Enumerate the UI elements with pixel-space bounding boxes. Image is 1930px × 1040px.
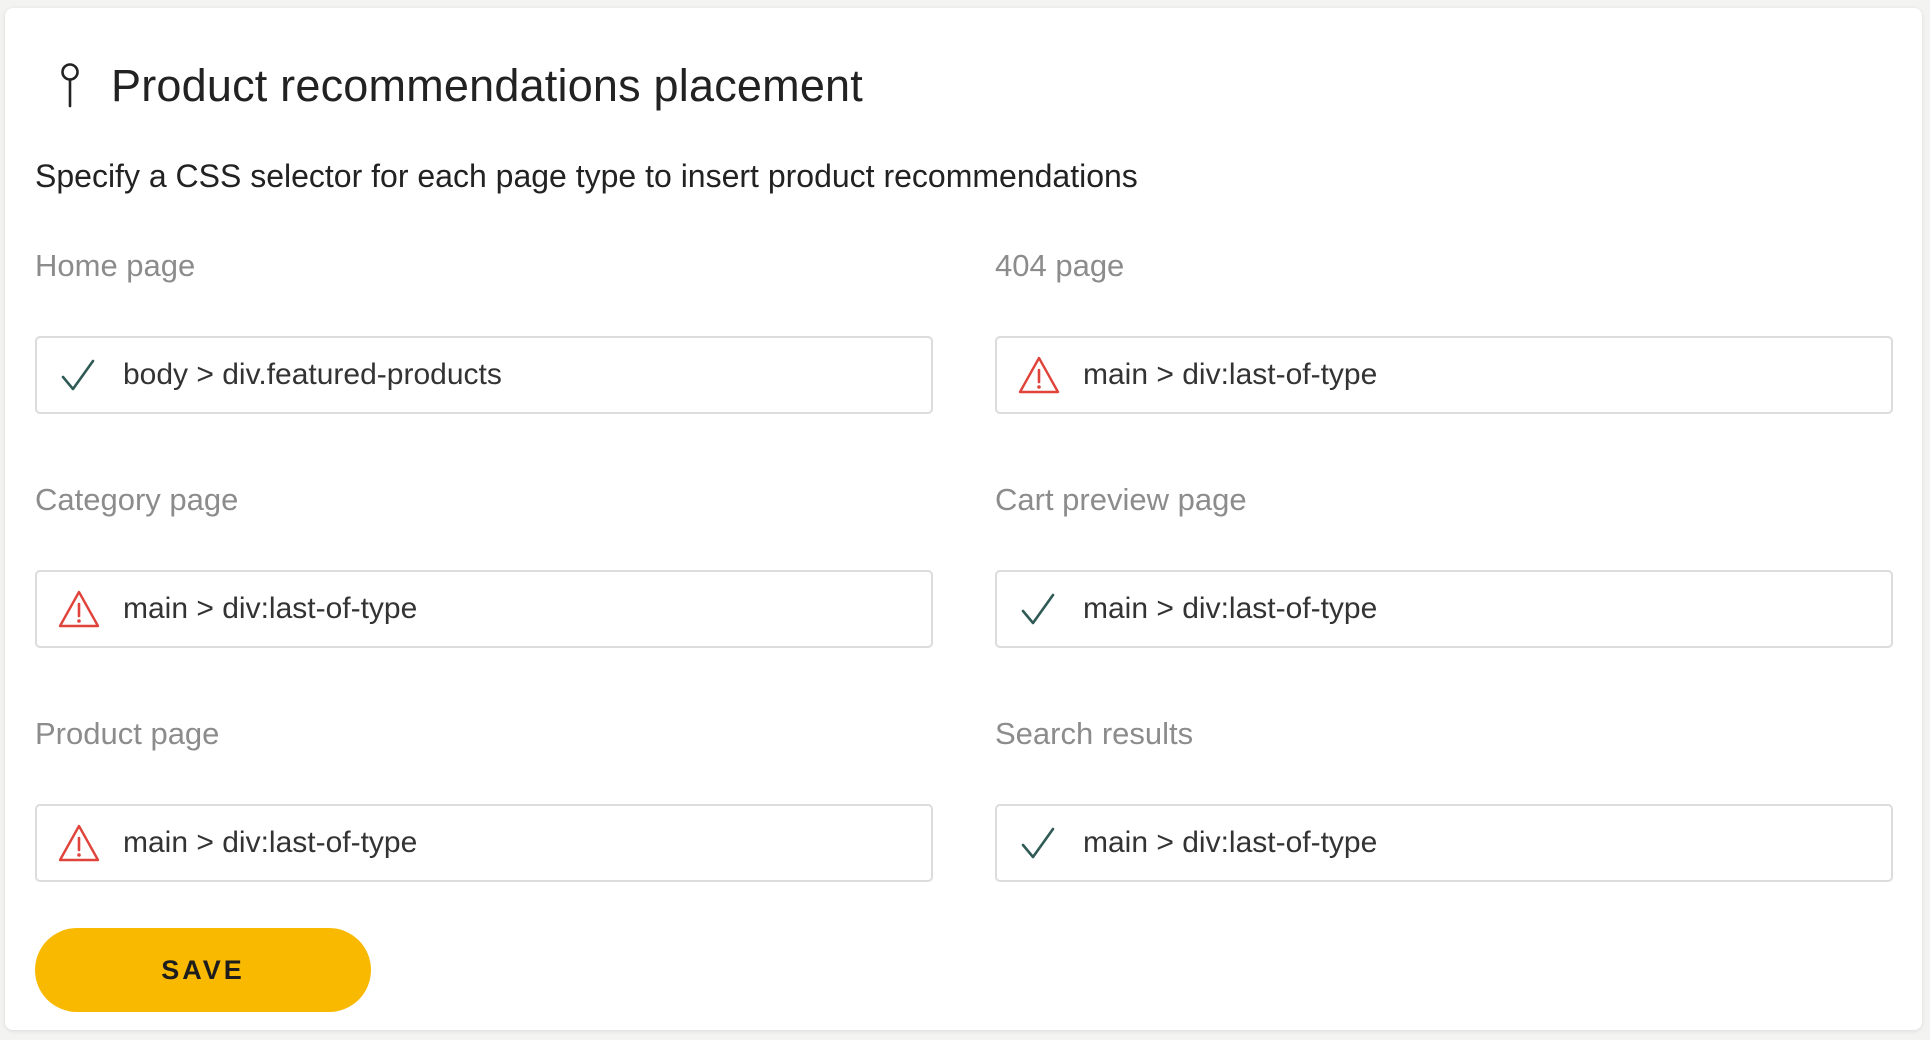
page-description: Specify a CSS selector for each page typ…	[35, 158, 1138, 194]
check-icon	[61, 359, 95, 391]
placement-card: Product recommendations placement Specif…	[5, 8, 1922, 1030]
category-page-label: Category page	[35, 482, 239, 517]
product-page-label: Product page	[35, 716, 220, 751]
warning-icon	[58, 824, 100, 862]
check-icon	[1021, 593, 1055, 625]
home-page-selector-value[interactable]: body > div.featured-products	[123, 358, 502, 392]
category-page-selector-value[interactable]: main > div:last-of-type	[123, 592, 417, 626]
404-page-selector-value[interactable]: main > div:last-of-type	[1083, 358, 1377, 392]
save-button[interactable]: SAVE	[35, 928, 371, 1012]
search-results-selector-value[interactable]: main > div:last-of-type	[1083, 826, 1377, 860]
warning-icon	[1018, 356, 1060, 394]
header: Product recommendations placement	[57, 60, 863, 112]
404-page-selector-field[interactable]: main > div:last-of-type	[995, 336, 1893, 414]
check-icon	[1021, 827, 1055, 859]
warning-icon	[58, 590, 100, 628]
category-page-selector-field[interactable]: main > div:last-of-type	[35, 570, 933, 648]
home-page-selector-field[interactable]: body > div.featured-products	[35, 336, 933, 414]
product-page-selector-value[interactable]: main > div:last-of-type	[123, 826, 417, 860]
home-page-label: Home page	[35, 248, 196, 283]
cart-preview-page-label: Cart preview page	[995, 482, 1247, 517]
404-page-label: 404 page	[995, 248, 1125, 283]
cart-preview-page-selector-value[interactable]: main > div:last-of-type	[1083, 592, 1377, 626]
search-results-selector-field[interactable]: main > div:last-of-type	[995, 804, 1893, 882]
pin-icon	[61, 63, 79, 108]
cart-preview-page-selector-field[interactable]: main > div:last-of-type	[995, 570, 1893, 648]
page-title: Product recommendations placement	[111, 60, 863, 111]
product-page-selector-field[interactable]: main > div:last-of-type	[35, 804, 933, 882]
search-results-label: Search results	[995, 716, 1194, 751]
